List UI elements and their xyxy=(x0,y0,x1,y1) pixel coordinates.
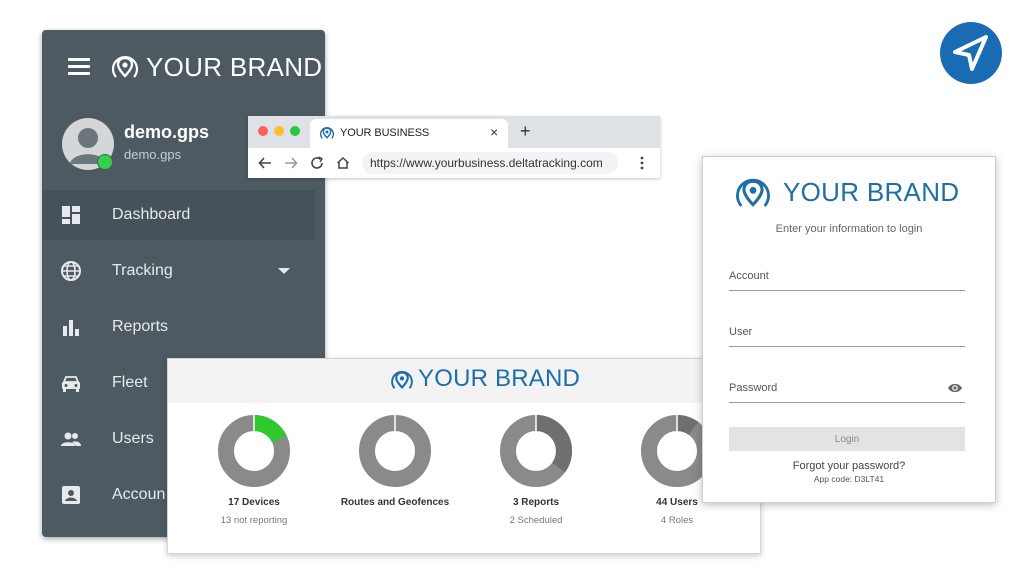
password-field[interactable]: Password xyxy=(729,378,965,403)
address-bar[interactable]: https://www.yourbusiness.deltatracking.c… xyxy=(362,152,618,174)
stat-subtitle: 2 Scheduled xyxy=(509,515,563,526)
sidebar-item-reports[interactable]: Reports xyxy=(42,302,315,352)
login-subtitle: Enter your information to login xyxy=(775,223,923,235)
sidebar-item-dashboard[interactable]: Dashboard xyxy=(42,190,315,240)
dashboard-icon xyxy=(62,206,80,224)
minimize-window-dot[interactable] xyxy=(274,126,284,136)
stat-reports[interactable]: 3 Reports 2 Scheduled xyxy=(466,415,606,535)
forward-icon[interactable] xyxy=(284,156,298,170)
eye-icon[interactable] xyxy=(947,382,963,394)
stat-routes-geofences[interactable]: Routes and Geofences xyxy=(325,415,465,535)
stat-subtitle: 4 Roles xyxy=(660,515,694,526)
stat-subtitle: 13 not reporting xyxy=(220,515,288,526)
account-label: Account xyxy=(729,270,769,282)
new-tab-icon[interactable]: + xyxy=(520,121,531,142)
browser-toolbar: https://www.yourbusiness.deltatracking.c… xyxy=(248,148,660,178)
login-card: YOUR BRAND Enter your information to log… xyxy=(702,156,996,503)
car-icon xyxy=(62,376,80,392)
dashboard-brand: YOUR BRAND xyxy=(418,365,581,392)
reload-icon[interactable] xyxy=(310,156,324,170)
sidebar-item-label: Fleet xyxy=(112,374,148,391)
app-code: App code: D3LT41 xyxy=(813,474,885,484)
donut-base xyxy=(359,415,431,487)
sidebar-item-label: Tracking xyxy=(112,262,173,279)
close-tab-icon[interactable]: × xyxy=(490,124,498,140)
close-window-dot[interactable] xyxy=(258,126,268,136)
bar-chart-icon xyxy=(63,320,79,336)
password-label: Password xyxy=(729,382,778,394)
sidebar-item-label: Users xyxy=(112,430,154,447)
maximize-window-dot[interactable] xyxy=(290,126,300,136)
login-brand: YOUR BRAND xyxy=(783,177,960,207)
account-box-icon xyxy=(62,486,80,504)
stat-title: 17 Devices xyxy=(228,497,280,508)
brand-logo-icon xyxy=(391,370,413,389)
dashboard-card: YOUR BRAND 17 Devices 13 not reporting R… xyxy=(167,358,761,554)
home-icon[interactable] xyxy=(336,156,350,170)
browser-tab-strip: YOUR BUSINESS × + xyxy=(248,116,660,148)
routes-donut-chart xyxy=(359,415,431,487)
sidebar-item-label: Reports xyxy=(112,318,169,335)
login-button[interactable]: Login xyxy=(729,427,965,451)
user-field[interactable]: User xyxy=(729,322,965,347)
stat-title: 3 Reports xyxy=(512,497,560,508)
user-name: demo.gps xyxy=(124,122,210,142)
account-field[interactable]: Account xyxy=(729,266,965,291)
more-options-icon[interactable] xyxy=(640,156,644,170)
brand-logo-icon xyxy=(108,50,142,89)
favicon-icon xyxy=(319,127,335,139)
user-subtitle: demo.gps xyxy=(124,147,182,162)
dashboard-header: YOUR BRAND xyxy=(168,359,760,403)
donut-base xyxy=(641,415,713,487)
chevron-down-icon[interactable] xyxy=(278,268,290,274)
devices-donut-chart xyxy=(218,415,290,487)
sidebar-brand: YOUR BRAND xyxy=(146,52,323,82)
reports-donut-chart xyxy=(500,415,572,487)
sidebar-item-label: Dashboard xyxy=(112,206,191,223)
browser-tab[interactable]: YOUR BUSINESS × xyxy=(310,119,508,148)
online-status-dot xyxy=(97,154,113,170)
user-label: User xyxy=(729,326,753,338)
users-icon xyxy=(61,432,81,446)
sidebar-item-label: Accoun xyxy=(112,486,166,503)
brand-logo-icon xyxy=(736,178,770,207)
sidebar-item-tracking[interactable]: Tracking xyxy=(42,246,315,296)
menu-icon[interactable] xyxy=(68,58,90,75)
forgot-password-link[interactable]: Forgot your password? xyxy=(703,460,995,472)
stat-devices[interactable]: 17 Devices 13 not reporting xyxy=(184,415,324,535)
navigation-arrow-icon[interactable] xyxy=(940,22,1002,84)
browser-window: YOUR BUSINESS × + https://www.yourbusine… xyxy=(248,116,660,178)
back-icon[interactable] xyxy=(258,156,272,170)
stat-title: Routes and Geofences xyxy=(340,497,450,508)
tab-title: YOUR BUSINESS xyxy=(340,127,430,139)
globe-icon xyxy=(61,261,81,281)
